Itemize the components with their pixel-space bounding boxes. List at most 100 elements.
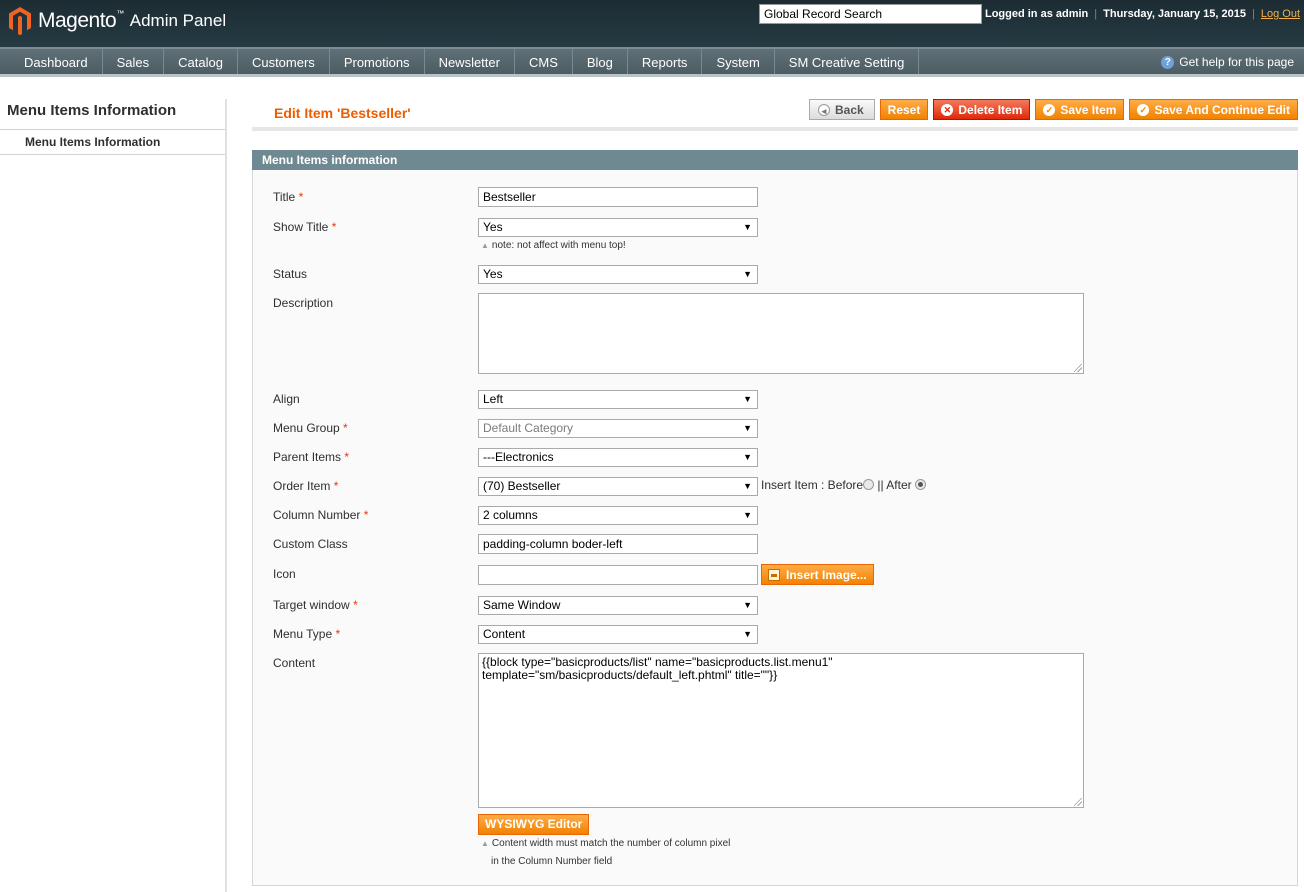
note-triangle-icon: ▲ bbox=[481, 839, 489, 848]
header-separator: | bbox=[1094, 8, 1098, 20]
dropdown-arrow-icon: ▼ bbox=[743, 423, 752, 433]
nav-item-newsletter[interactable]: Newsletter bbox=[425, 49, 515, 74]
current-date: Thursday, January 15, 2015 bbox=[1103, 8, 1246, 20]
main-navigation: Dashboard Sales Catalog Customers Promot… bbox=[0, 47, 1304, 77]
column-number-select[interactable]: 2 columns ▼ bbox=[478, 506, 758, 525]
note-triangle-icon: ▲ bbox=[481, 241, 489, 250]
dropdown-arrow-icon: ▼ bbox=[743, 629, 752, 639]
title-label-text: Title bbox=[273, 190, 296, 204]
image-icon bbox=[768, 568, 780, 581]
magento-logo-icon bbox=[9, 7, 31, 36]
content-note-line2: in the Column Number field bbox=[491, 856, 613, 867]
back-button[interactable]: ◂ Back bbox=[808, 99, 875, 120]
nav-item-reports[interactable]: Reports bbox=[628, 49, 703, 74]
required-mark: * bbox=[344, 450, 350, 464]
dropdown-arrow-icon: ▼ bbox=[743, 510, 752, 520]
sidebar-title: Menu Items Information bbox=[0, 99, 225, 130]
menu-group-label: Menu Group * bbox=[273, 421, 348, 435]
insert-image-button[interactable]: Insert Image... bbox=[761, 564, 874, 585]
sidebar-tab-menu-items-information[interactable]: Menu Items Information bbox=[0, 130, 225, 155]
delete-item-button[interactable]: ✕ Delete Item bbox=[933, 99, 1031, 120]
nav-item-promotions[interactable]: Promotions bbox=[330, 49, 425, 74]
order-item-label-text: Order Item bbox=[273, 479, 331, 493]
status-select[interactable]: Yes ▼ bbox=[478, 265, 758, 284]
nav-item-sales[interactable]: Sales bbox=[103, 49, 165, 74]
nav-item-dashboard[interactable]: Dashboard bbox=[0, 49, 103, 74]
magento-logo[interactable]: Magento™ Admin Panel bbox=[8, 5, 226, 37]
required-mark: * bbox=[298, 190, 304, 204]
dropdown-arrow-icon: ▼ bbox=[743, 600, 752, 610]
show-title-select[interactable]: Yes ▼ bbox=[478, 218, 758, 237]
content-note-line1: Content width must match the number of c… bbox=[491, 838, 731, 849]
target-window-label: Target window * bbox=[273, 598, 358, 612]
required-mark: * bbox=[353, 598, 358, 612]
required-mark: * bbox=[335, 627, 341, 641]
save-continue-button-label: Save And Continue Edit bbox=[1154, 102, 1290, 117]
column-number-label-text: Column Number bbox=[273, 508, 361, 522]
logout-link[interactable]: Log Out bbox=[1261, 8, 1300, 20]
nav-item-sm-creative-setting[interactable]: SM Creative Setting bbox=[775, 49, 920, 74]
title-label: Title * bbox=[273, 190, 303, 204]
nav-item-customers[interactable]: Customers bbox=[238, 49, 330, 74]
save-item-button[interactable]: ✓ Save Item bbox=[1035, 99, 1125, 120]
order-item-select[interactable]: (70) Bestseller ▼ bbox=[478, 477, 758, 496]
nav-item-blog[interactable]: Blog bbox=[573, 49, 628, 74]
custom-class-input[interactable]: padding-column boder-left bbox=[478, 534, 758, 554]
title-divider bbox=[252, 127, 1298, 131]
icon-input[interactable] bbox=[478, 565, 758, 585]
help-icon: ? bbox=[1161, 56, 1175, 69]
parent-items-value: ---Electronics bbox=[483, 450, 554, 464]
resize-handle-icon[interactable] bbox=[1074, 798, 1082, 806]
menu-type-value: Content bbox=[483, 627, 526, 641]
reset-button-label: Reset bbox=[887, 102, 921, 117]
menu-type-label-text: Menu Type bbox=[273, 627, 333, 641]
help-link-label: Get help for this page bbox=[1179, 55, 1294, 69]
content-note: ▲ Content width must match the number of … bbox=[481, 838, 730, 849]
show-title-note-text: note: not affect with menu top! bbox=[491, 240, 626, 251]
header-user-info: Logged in as admin | Thursday, January 1… bbox=[985, 8, 1300, 20]
resize-handle-icon[interactable] bbox=[1074, 364, 1082, 372]
content-label: Content bbox=[273, 656, 316, 670]
wysiwyg-editor-button[interactable]: WYSIWYG Editor bbox=[478, 814, 590, 835]
menu-group-value: Default Category bbox=[483, 421, 574, 435]
sidebar: Menu Items Information Menu Items Inform… bbox=[0, 99, 227, 892]
nav-item-cms[interactable]: CMS bbox=[515, 49, 573, 74]
target-window-label-text: Target window bbox=[273, 598, 350, 612]
title-input[interactable]: Bestseller bbox=[478, 187, 758, 207]
menu-group-label-text: Menu Group bbox=[273, 421, 340, 435]
dropdown-arrow-icon: ▼ bbox=[743, 222, 752, 232]
parent-items-label-text: Parent Items bbox=[273, 450, 342, 464]
reset-button[interactable]: Reset bbox=[879, 99, 929, 120]
align-value: Left bbox=[483, 392, 504, 406]
dropdown-arrow-icon: ▼ bbox=[743, 452, 752, 462]
help-link[interactable]: ? Get help for this page bbox=[1161, 49, 1294, 76]
delete-x-icon: ✕ bbox=[941, 103, 954, 116]
logged-in-text: Logged in as admin bbox=[984, 8, 1089, 20]
order-item-value: (70) Bestseller bbox=[483, 479, 561, 493]
page-title: Edit Item 'Bestseller' bbox=[274, 105, 411, 121]
description-label: Description bbox=[273, 296, 334, 310]
status-label: Status bbox=[273, 267, 308, 281]
checkmark-icon: ✓ bbox=[1043, 103, 1056, 116]
content-textarea[interactable]: {{block type="basicproducts/list" name="… bbox=[478, 653, 1084, 808]
global-search-input[interactable]: Global Record Search bbox=[759, 4, 982, 24]
insert-separator: || bbox=[877, 478, 884, 492]
description-textarea[interactable] bbox=[478, 293, 1084, 374]
save-and-continue-button[interactable]: ✓ Save And Continue Edit bbox=[1129, 99, 1298, 120]
content-value: {{block type="basicproducts/list" name="… bbox=[482, 655, 833, 682]
menu-group-select[interactable]: Default Category ▼ bbox=[478, 419, 758, 438]
logo-text: Magento bbox=[38, 9, 117, 32]
insert-after-radio[interactable] bbox=[914, 479, 926, 490]
target-window-value: Same Window bbox=[483, 598, 561, 612]
parent-items-select[interactable]: ---Electronics ▼ bbox=[478, 448, 758, 467]
target-window-select[interactable]: Same Window ▼ bbox=[478, 596, 758, 615]
required-mark: * bbox=[343, 421, 348, 435]
align-select[interactable]: Left ▼ bbox=[478, 390, 758, 409]
column-number-label: Column Number * bbox=[273, 508, 368, 522]
insert-before-radio[interactable] bbox=[863, 479, 875, 490]
menu-type-label: Menu Type * bbox=[273, 627, 340, 641]
nav-item-catalog[interactable]: Catalog bbox=[164, 49, 238, 74]
nav-item-system[interactable]: System bbox=[702, 49, 775, 74]
menu-type-select[interactable]: Content ▼ bbox=[478, 625, 758, 644]
dropdown-arrow-icon: ▼ bbox=[743, 269, 752, 279]
